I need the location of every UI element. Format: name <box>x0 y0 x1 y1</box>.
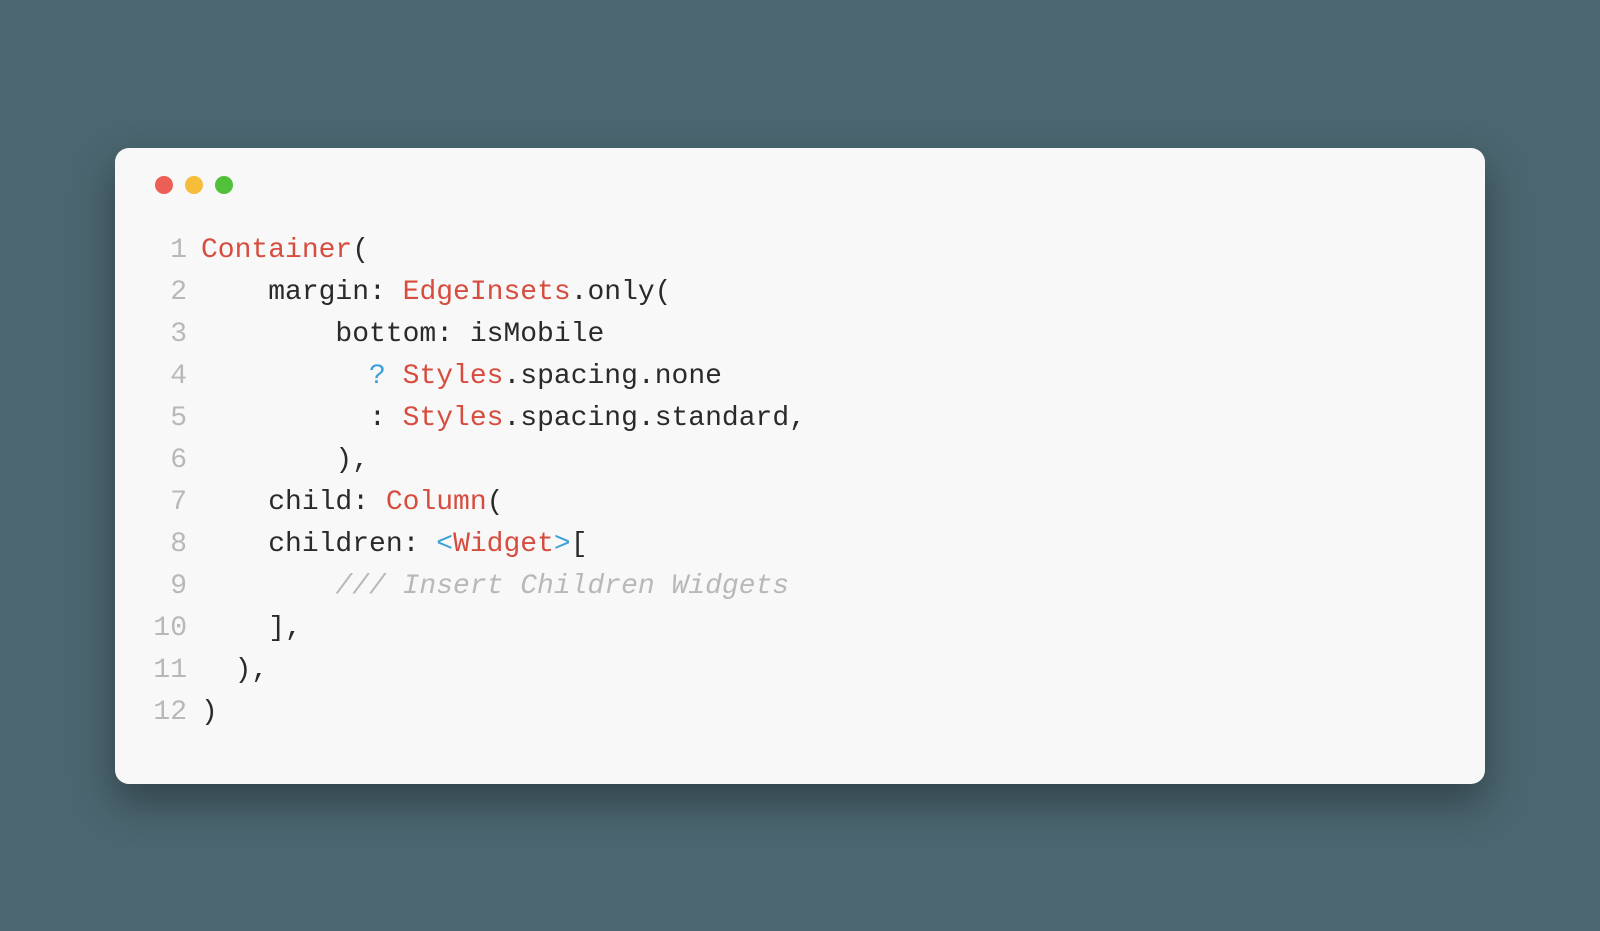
code-token <box>201 361 369 392</box>
code-token: ( <box>487 487 504 518</box>
line-number: 5 <box>149 398 201 440</box>
line-content: /// Insert Children Widgets <box>201 566 789 608</box>
code-line: 11 ), <box>149 650 1451 692</box>
line-content: children: <Widget>[ <box>201 524 588 566</box>
code-token: < <box>436 529 453 560</box>
line-number: 9 <box>149 566 201 608</box>
line-number: 6 <box>149 440 201 482</box>
code-line: 7 child: Column( <box>149 482 1451 524</box>
code-line: 2 margin: EdgeInsets.only( <box>149 272 1451 314</box>
code-token <box>386 361 403 392</box>
line-content: : Styles.spacing.standard, <box>201 398 806 440</box>
line-number: 3 <box>149 314 201 356</box>
line-number: 10 <box>149 608 201 650</box>
line-content: child: Column( <box>201 482 503 524</box>
code-token: ( <box>352 235 369 266</box>
code-line: 1Container( <box>149 230 1451 272</box>
code-token: Widget <box>453 529 554 560</box>
code-token: Styles <box>403 361 504 392</box>
code-token: Column <box>386 487 487 518</box>
code-token <box>201 571 335 602</box>
line-number: 7 <box>149 482 201 524</box>
code-token: : <box>201 403 403 434</box>
zoom-icon[interactable] <box>215 176 233 194</box>
line-number: 12 <box>149 692 201 734</box>
code-line: 5 : Styles.spacing.standard, <box>149 398 1451 440</box>
code-token: .spacing.none <box>503 361 721 392</box>
code-window: 1Container(2 margin: EdgeInsets.only(3 b… <box>115 148 1485 784</box>
line-content: ), <box>201 440 369 482</box>
close-icon[interactable] <box>155 176 173 194</box>
code-token: ) <box>201 697 218 728</box>
code-token: child: <box>201 487 386 518</box>
line-number: 4 <box>149 356 201 398</box>
code-token: margin: <box>201 277 403 308</box>
line-content: ], <box>201 608 302 650</box>
window-traffic-lights <box>149 176 1451 194</box>
code-token: > <box>554 529 571 560</box>
code-token: bottom: isMobile <box>201 319 604 350</box>
code-token: Container <box>201 235 352 266</box>
code-token: .only( <box>571 277 672 308</box>
line-number: 8 <box>149 524 201 566</box>
line-content: ) <box>201 692 218 734</box>
line-content: margin: EdgeInsets.only( <box>201 272 672 314</box>
code-token: ), <box>201 445 369 476</box>
code-token: ), <box>201 655 268 686</box>
code-line: 8 children: <Widget>[ <box>149 524 1451 566</box>
line-number: 2 <box>149 272 201 314</box>
code-token: ], <box>201 613 302 644</box>
code-token: children: <box>201 529 436 560</box>
line-content: ), <box>201 650 268 692</box>
code-block: 1Container(2 margin: EdgeInsets.only(3 b… <box>149 230 1451 734</box>
code-token: EdgeInsets <box>403 277 571 308</box>
code-line: 4 ? Styles.spacing.none <box>149 356 1451 398</box>
code-line: 6 ), <box>149 440 1451 482</box>
line-number: 11 <box>149 650 201 692</box>
code-line: 9 /// Insert Children Widgets <box>149 566 1451 608</box>
code-line: 3 bottom: isMobile <box>149 314 1451 356</box>
code-line: 10 ], <box>149 608 1451 650</box>
line-content: ? Styles.spacing.none <box>201 356 722 398</box>
code-token: Styles <box>403 403 504 434</box>
line-content: bottom: isMobile <box>201 314 604 356</box>
code-token: ? <box>369 361 386 392</box>
line-content: Container( <box>201 230 369 272</box>
code-token: /// Insert Children Widgets <box>335 571 789 602</box>
code-token: .spacing.standard, <box>503 403 805 434</box>
minimize-icon[interactable] <box>185 176 203 194</box>
line-number: 1 <box>149 230 201 272</box>
code-line: 12) <box>149 692 1451 734</box>
code-token: [ <box>571 529 588 560</box>
